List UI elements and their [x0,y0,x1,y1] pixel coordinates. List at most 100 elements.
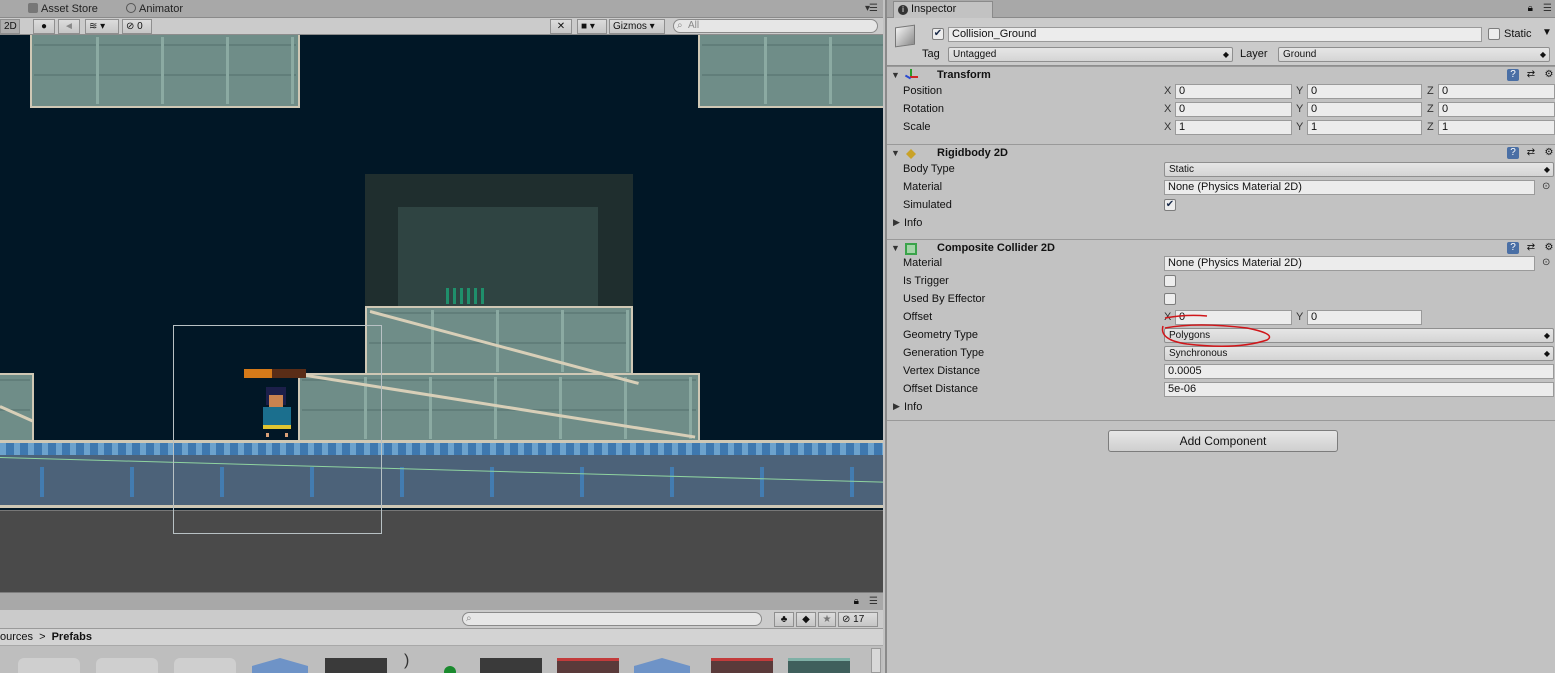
scale-z-field[interactable]: 1 [1438,120,1555,135]
lock-icon[interactable]: 🔒︎ [1528,3,1533,14]
preset-icon[interactable]: ⇄ [1525,242,1537,254]
camera-dropdown[interactable]: ■ ▾ [577,19,607,34]
simulated-checkbox[interactable]: ✔ [1164,199,1176,211]
2d-toggle-button[interactable]: 2D [0,19,20,34]
project-search-input[interactable]: ⌕ [462,612,762,626]
rotation-z-field[interactable]: 0 [1438,102,1555,117]
object-picker-icon[interactable]: ⊙ [1542,257,1550,268]
used-by-effector-checkbox[interactable] [1164,293,1176,305]
object-name-field[interactable]: Collision_Ground [948,27,1482,42]
asset-scrollbar[interactable] [871,648,881,673]
audio-toggle-button[interactable]: ◄ [58,19,80,34]
asset-thumbnail[interactable]: ) [400,652,456,673]
offset-y-field[interactable]: 0 [1307,310,1422,325]
prefab-icon[interactable] [634,658,690,673]
breadcrumb-item[interactable]: ources [0,631,33,643]
help-icon[interactable]: ? [1507,242,1519,254]
preset-icon[interactable]: ⇄ [1525,147,1537,159]
preset-icon[interactable]: ⇄ [1525,69,1537,81]
composite-collider-icon [904,242,918,256]
scene-viewport[interactable] [0,35,883,592]
axis-label: X [1164,103,1172,115]
info-foldout-label[interactable]: Info [904,401,922,413]
tab-inspector[interactable]: i Inspector [893,1,993,18]
folder-icon[interactable] [18,658,80,673]
transform-header[interactable]: ▼ Transform ? ⇄ ⚙ [887,66,1555,85]
asset-thumbnail[interactable] [711,658,773,673]
chevron-down-icon: ◆ [1539,50,1546,59]
position-y-field[interactable]: 0 [1307,84,1422,99]
filter-label-button[interactable]: ◆ [796,612,816,627]
static-dropdown-arrow-icon[interactable]: ▼ [1542,27,1552,38]
material-label: Material [903,181,943,193]
ground-tile [698,35,883,108]
static-checkbox[interactable] [1488,28,1500,40]
material-object-field[interactable]: None (Physics Material 2D) [1164,180,1535,195]
scale-y-field[interactable]: 1 [1307,120,1422,135]
foldout-arrow-icon[interactable]: ▼ [891,148,900,158]
tools-button[interactable]: ✕ [550,19,572,34]
foldout-arrow-icon[interactable]: ▼ [891,243,900,253]
gear-icon[interactable]: ⚙ [1543,147,1555,159]
effects-dropdown[interactable]: ≋ ▾ [85,19,119,34]
component-title: Rigidbody 2D [937,147,1008,159]
axis-label: Y [1296,121,1304,133]
help-icon[interactable]: ? [1507,147,1519,159]
tab-label: Animator [139,3,184,15]
panel-menu-icon[interactable]: ☰ [869,596,878,607]
info-foldout-label[interactable]: Info [904,217,922,229]
foldout-arrow-icon[interactable]: ▶ [893,217,900,228]
foldout-arrow-icon[interactable]: ▼ [891,70,900,80]
panel-menu-icon[interactable]: ☰ [1543,3,1552,14]
rotation-y-field[interactable]: 0 [1307,102,1422,117]
scene-visibility-toggle[interactable]: ⊘ 0 [122,19,152,34]
asset-thumbnail[interactable] [325,658,387,673]
panel-menu-icon[interactable]: ▾☰ [865,3,878,14]
help-icon[interactable]: ? [1507,69,1519,81]
offset-distance-field[interactable]: 5e-06 [1164,382,1554,397]
position-label: Position [903,85,943,97]
position-x-field[interactable]: 0 [1175,84,1292,99]
prefab-icon[interactable] [252,658,308,673]
asset-thumbnail[interactable] [557,658,619,673]
tag-icon: ◆ [802,614,810,625]
folder-icon[interactable] [174,658,236,673]
scene-search-input[interactable]: ⌕ All [673,19,878,33]
gizmos-dropdown[interactable]: Gizmos ▾ [609,19,665,34]
breadcrumb-separator: > [39,631,46,643]
vertex-distance-field[interactable]: 0.0005 [1164,364,1554,379]
filter-type-button[interactable]: ♣ [774,612,794,627]
hidden-packages-toggle[interactable]: ⊘ 17 [838,612,878,627]
body-type-value: Static [1169,164,1195,175]
active-checkbox[interactable]: ✔ [932,28,944,40]
material-object-field[interactable]: None (Physics Material 2D) [1164,256,1535,271]
breadcrumb-current[interactable]: Prefabs [52,631,92,643]
rotation-x-field[interactable]: 0 [1175,102,1292,117]
is-trigger-checkbox[interactable] [1164,275,1176,287]
favorite-button[interactable]: ★ [818,612,836,627]
add-component-button[interactable]: Add Component [1108,430,1338,452]
chevron-down-icon: ◆ [1222,50,1229,59]
folder-icon[interactable] [96,658,158,673]
gear-icon[interactable]: ⚙ [1543,242,1555,254]
is-trigger-label: Is Trigger [903,275,949,287]
tag-dropdown[interactable]: Untagged ◆ [948,47,1233,62]
scale-x-field[interactable]: 1 [1175,120,1292,135]
gear-icon[interactable]: ⚙ [1543,69,1555,81]
floor-area [0,510,883,592]
object-picker-icon[interactable]: ⊙ [1542,181,1550,192]
asset-thumbnail[interactable] [480,658,542,673]
component-title: Transform [937,69,991,81]
lock-icon[interactable]: 🔒︎ [854,596,859,607]
rigidbody2d-header[interactable]: ▼ Rigidbody 2D ? ⇄ ⚙ [887,144,1555,163]
lighting-toggle-button[interactable]: ● [33,19,55,34]
tab-animator[interactable]: Animator [120,1,189,18]
tab-asset-store[interactable]: Asset Store [22,1,104,18]
position-z-field[interactable]: 0 [1438,84,1555,99]
camera-icon: ■ [581,21,588,32]
asset-thumbnail[interactable] [788,658,850,673]
layer-dropdown[interactable]: Ground ◆ [1278,47,1550,62]
filter-icon: ♣ [780,614,788,625]
body-type-dropdown[interactable]: Static ◆ [1164,162,1554,177]
foldout-arrow-icon[interactable]: ▶ [893,401,900,412]
